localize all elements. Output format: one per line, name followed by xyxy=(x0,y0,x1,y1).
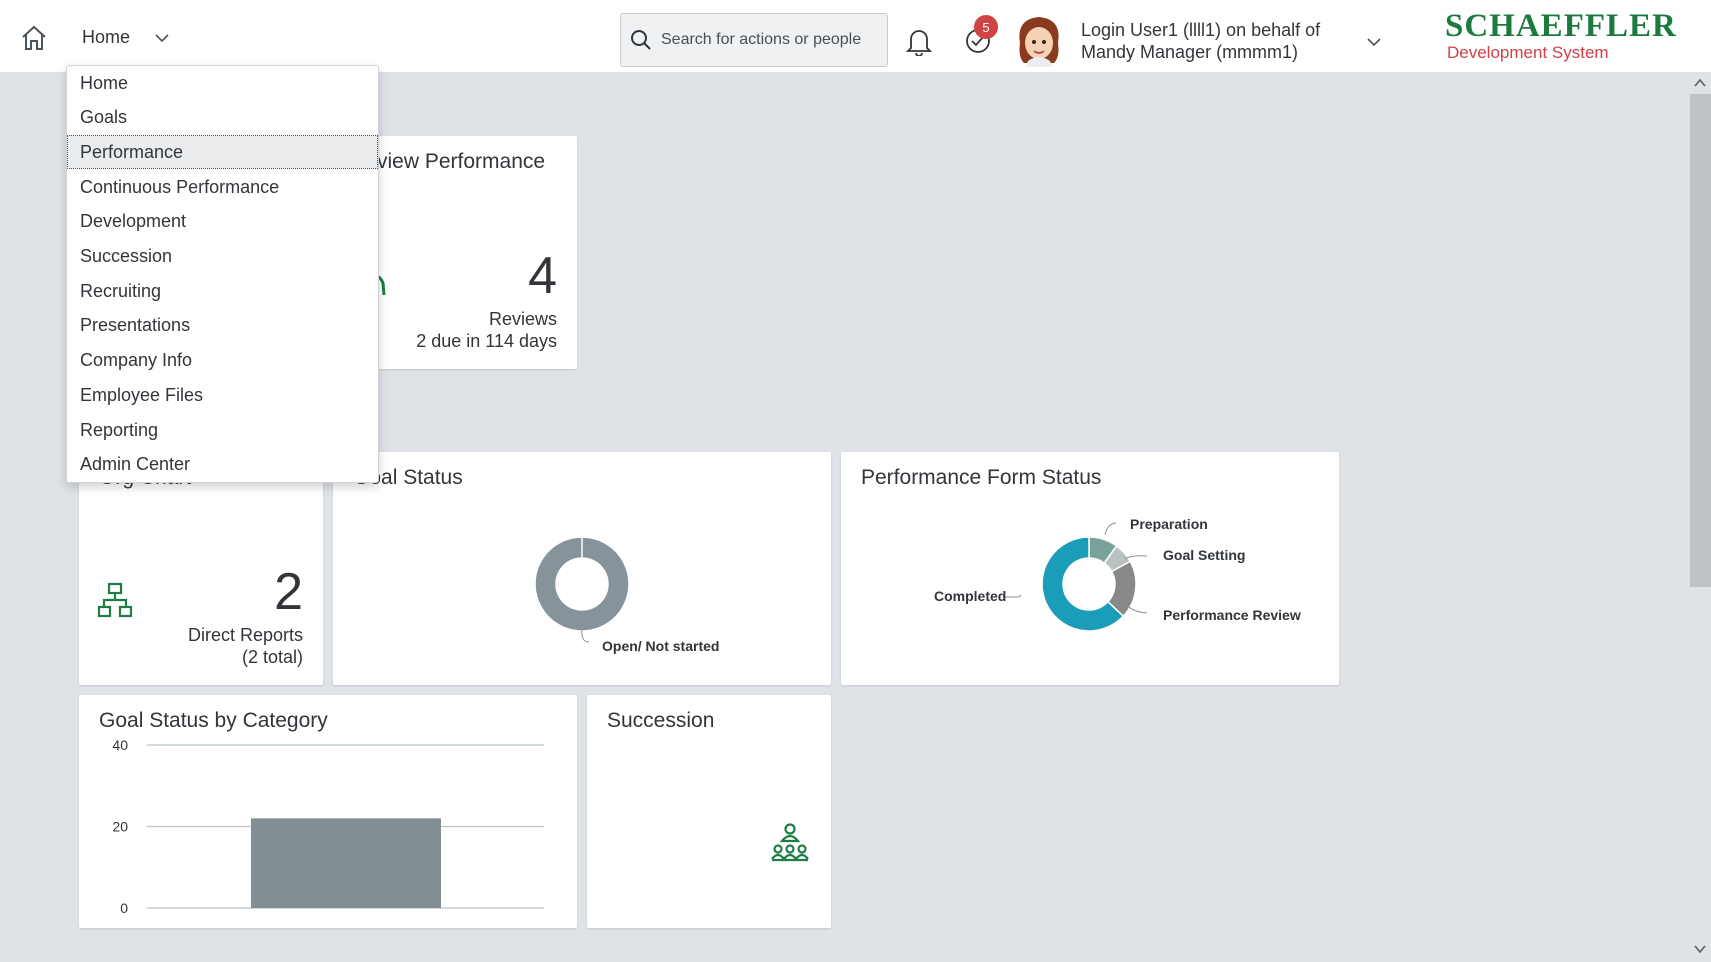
succession-icon xyxy=(771,823,809,862)
org-chart-icon xyxy=(97,582,133,618)
performance-form-chart: Preparation Goal Setting Performance Rev… xyxy=(934,516,1301,632)
scroll-thumb[interactable] xyxy=(1690,94,1711,587)
menu-item-continuous-performance[interactable]: Continuous Performance xyxy=(67,170,378,204)
org-total: (2 total) xyxy=(241,647,303,667)
navigation-dropdown: Home Goals Performance Continuous Performan… xyxy=(66,65,379,483)
label-performance-review: Performance Review xyxy=(1163,607,1301,623)
search-icon xyxy=(631,30,651,50)
tile-title: view Performance xyxy=(377,150,546,173)
scroll-down-icon[interactable] xyxy=(1693,942,1707,956)
company-logo: SCHAEFFLER Development System xyxy=(1445,8,1677,63)
pie-slice-open-not-started[interactable] xyxy=(534,536,630,632)
org-chart-tile[interactable]: Org Chart 2 Direct Reports (2 total) xyxy=(79,452,323,685)
menu-item-employee-files[interactable]: Employee Files xyxy=(67,378,378,412)
user-line-1: Login User1 (llll1) on behalf of xyxy=(1081,20,1321,40)
menu-item-recruiting[interactable]: Recruiting xyxy=(67,274,378,308)
chevron-down-icon[interactable] xyxy=(1366,34,1382,50)
goal-status-tile[interactable]: Goal Status Open/ Not started xyxy=(333,452,831,685)
menu-item-admin-center[interactable]: Admin Center xyxy=(67,448,378,482)
scroll-up-icon[interactable] xyxy=(1693,76,1707,90)
menu-item-succession[interactable]: Succession xyxy=(67,240,378,274)
menu-item-presentations[interactable]: Presentations xyxy=(67,309,378,343)
menu-item-reporting[interactable]: Reporting xyxy=(67,413,378,447)
succession-tile[interactable]: Succession xyxy=(587,695,831,928)
label-preparation: Preparation xyxy=(1130,516,1208,532)
avatar[interactable] xyxy=(1014,13,1064,67)
logo-brand: SCHAEFFLER xyxy=(1445,8,1677,44)
goal-status-legend: Open/ Not started xyxy=(602,638,719,654)
menu-item-performance[interactable]: Performance xyxy=(67,135,378,170)
review-label: Reviews xyxy=(488,309,557,329)
review-performance-tile[interactable]: view Performance 4 Reviews 2 due in 114 … xyxy=(347,136,577,369)
org-count: 2 xyxy=(274,563,303,621)
menu-item-company-info[interactable]: Company Info xyxy=(67,344,378,378)
review-count: 4 xyxy=(528,247,557,305)
search-input[interactable]: Search for actions or people xyxy=(620,13,888,67)
y-tick-label: 0 xyxy=(120,900,128,916)
tile-title: Succession xyxy=(607,709,715,732)
notification-badge: 5 xyxy=(974,15,998,39)
menu-item-goals[interactable]: Goals xyxy=(67,101,378,135)
user-line-2: Mandy Manager (mmmm1) xyxy=(1081,42,1299,62)
home-menu-label: Home xyxy=(82,27,131,47)
y-tick-label: 20 xyxy=(112,819,128,835)
home-menu-button[interactable]: Home xyxy=(82,27,170,48)
search-placeholder: Search for actions or people xyxy=(661,31,862,48)
goal-status-by-category-tile[interactable]: Goal Status by Category 0 20 40 xyxy=(79,695,577,928)
label-goal-setting: Goal Setting xyxy=(1163,547,1245,563)
shell-bar: Home Search for actions or people 5 Logi… xyxy=(0,0,1711,72)
y-tick-label: 40 xyxy=(112,737,128,753)
menu-item-development[interactable]: Development xyxy=(67,205,378,239)
review-due: 2 due in 114 days xyxy=(416,331,557,351)
org-label: Direct Reports xyxy=(187,625,303,645)
logo-subtitle: Development System xyxy=(1447,43,1609,62)
bell-icon[interactable] xyxy=(905,26,933,56)
label-completed: Completed xyxy=(934,588,1006,604)
user-name[interactable]: Login User1 (llll1) on behalf of Mandy M… xyxy=(1081,19,1351,63)
menu-item-home[interactable]: Home xyxy=(67,66,378,100)
goal-category-bar-chart: 0 20 40 xyxy=(112,737,544,916)
bar[interactable] xyxy=(251,818,441,908)
goal-status-chart: Open/ Not started xyxy=(534,536,719,654)
chevron-down-icon xyxy=(155,33,169,42)
home-icon[interactable] xyxy=(20,24,48,52)
performance-form-status-tile[interactable]: Performance Form Status Preparation Goal… xyxy=(841,452,1339,685)
